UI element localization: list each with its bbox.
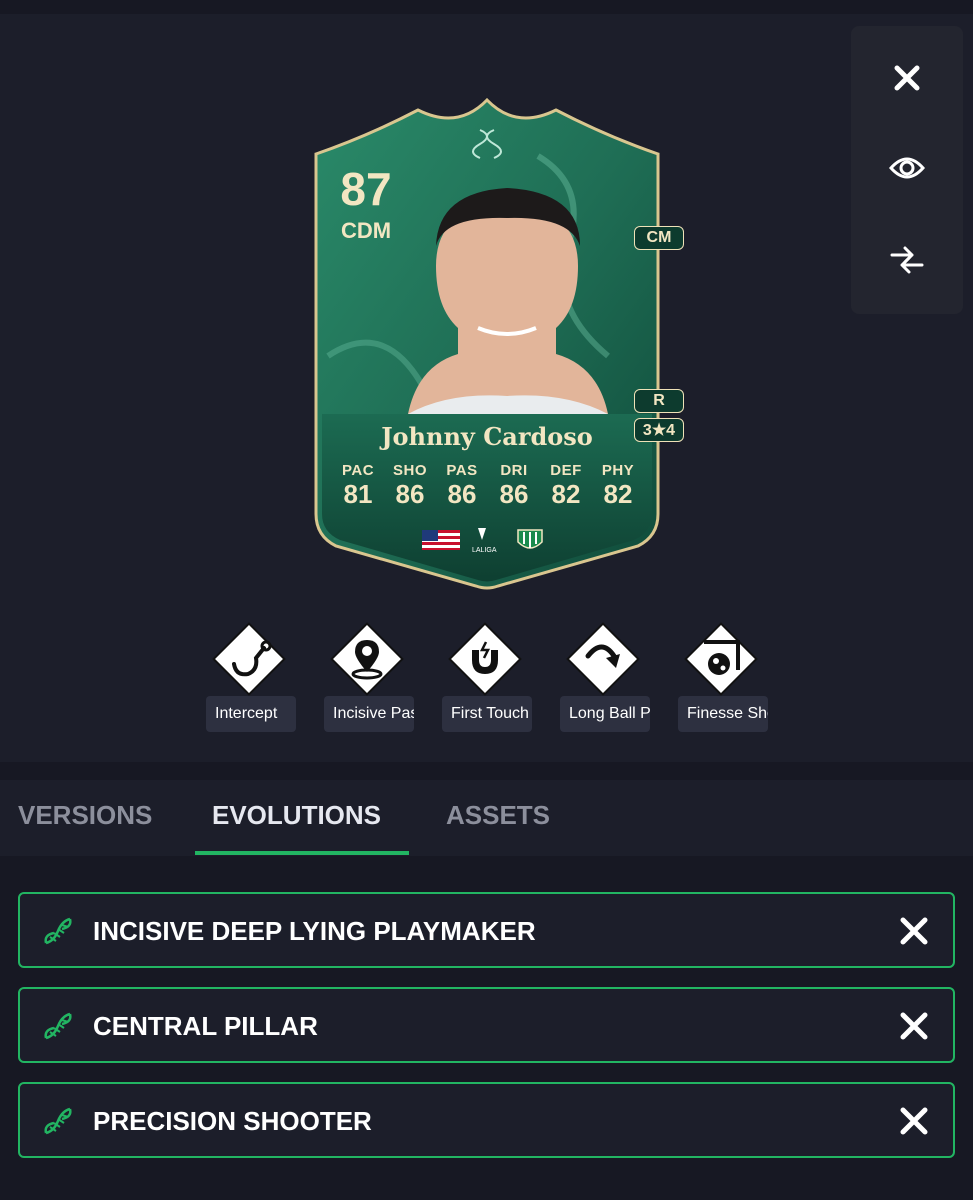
tabs-bar: VERSIONS EVOLUTIONS ASSETS (0, 780, 973, 856)
finesse-shot-icon (684, 622, 758, 696)
evolution-item[interactable]: INCISIVE DEEP LYING PLAYMAKER (18, 892, 955, 968)
tab-evolutions[interactable]: EVOLUTIONS (212, 800, 381, 831)
close-icon (894, 65, 920, 91)
stat-def: DEF 82 (540, 462, 592, 510)
player-card[interactable]: 87 CDM CM R 3★4 Johnny Cardoso PAC 81 SHO… (308, 96, 684, 594)
tab-assets[interactable]: ASSETS (446, 800, 550, 831)
stat-sho: SHO 86 (384, 462, 436, 510)
stat-label: DRI (500, 462, 528, 479)
playstyle-finesse-shot[interactable]: Finesse Shot (674, 618, 768, 734)
stat-label: PHY (601, 462, 635, 479)
remove-evolution-icon[interactable] (897, 914, 931, 948)
laliga-logo-icon: LALIGA (472, 528, 497, 554)
card-toolbar (851, 26, 963, 314)
top-strip (0, 0, 973, 14)
card-player-name: Johnny Cardoso (381, 422, 593, 451)
stat-dri: DRI 86 (488, 462, 540, 510)
stat-pas: PAS 86 (436, 462, 488, 510)
stat-value: 81 (343, 479, 373, 509)
first-touch-icon (448, 622, 522, 696)
stat-label: DEF (550, 462, 582, 479)
stat-value: 82 (551, 479, 581, 509)
playstyle-label: Incisive Pass (324, 696, 414, 732)
section-divider (0, 762, 973, 780)
evolution-title: PRECISION SHOOTER (93, 1106, 372, 1136)
remove-evolution-icon[interactable] (897, 1009, 931, 1043)
stat-label: PAC (341, 462, 375, 479)
stat-value: 86 (499, 479, 529, 509)
usa-flag-icon (422, 530, 460, 550)
compare-arrows-icon (890, 246, 924, 274)
playstyle-first-touch[interactable]: First Touch (438, 618, 532, 734)
playstyle-label: Finesse Shot (678, 696, 768, 732)
stat-pac: PAC 81 (332, 462, 384, 510)
remove-evolution-icon[interactable] (897, 1104, 931, 1138)
playstyle-label: Long Ball Pass (560, 696, 650, 732)
stat-label: SHO (392, 462, 427, 479)
playstyle-long-ball-pass[interactable]: Long Ball Pass (556, 618, 650, 734)
evolution-item[interactable]: PRECISION SHOOTER (18, 1082, 955, 1158)
card-position: CDM (340, 218, 392, 243)
dna-icon (44, 1012, 72, 1040)
tab-versions[interactable]: VERSIONS (18, 800, 152, 831)
view-button[interactable] (877, 140, 937, 196)
incisive-pass-icon (330, 622, 404, 696)
alt-position-badge: CM (634, 226, 684, 250)
stat-value: 82 (603, 479, 633, 509)
evolution-title: INCISIVE DEEP LYING PLAYMAKER (93, 916, 536, 946)
card-rating: 87 (340, 163, 392, 215)
evolutions-panel: INCISIVE DEEP LYING PLAYMAKER CENTRAL PI… (0, 856, 973, 1200)
stat-phy: PHY 82 (592, 462, 644, 510)
card-stats: PAC 81 SHO 86 PAS 86 DRI 86 DEF 82 PHY 82 (332, 462, 644, 510)
long-ball-pass-icon (566, 622, 640, 696)
close-button[interactable] (877, 50, 937, 106)
intercept-icon (212, 622, 286, 696)
stat-value: 86 (447, 479, 477, 509)
dna-icon (44, 1107, 72, 1135)
playstyle-label: Intercept (206, 696, 296, 732)
dna-icon (44, 917, 72, 945)
playstyle-intercept[interactable]: Intercept (202, 618, 296, 734)
club-crest-icon (517, 529, 543, 549)
stat-value: 86 (395, 479, 425, 509)
evolution-title: CENTRAL PILLAR (93, 1011, 318, 1041)
card-badges: LALIGA (422, 528, 543, 554)
stat-label: PAS (446, 462, 478, 479)
active-tab-indicator (195, 851, 409, 855)
compare-button[interactable] (877, 232, 937, 288)
playstyle-label: First Touch (442, 696, 532, 732)
playstyle-incisive-pass[interactable]: Incisive Pass (320, 618, 414, 734)
preferred-foot-badge: R (634, 389, 684, 413)
eye-icon (889, 157, 925, 179)
league-logo-text: LALIGA (472, 547, 497, 554)
evolution-item[interactable]: CENTRAL PILLAR (18, 987, 955, 1063)
playstyles-row: Intercept Incisive Pass First Touch Long… (202, 618, 772, 738)
